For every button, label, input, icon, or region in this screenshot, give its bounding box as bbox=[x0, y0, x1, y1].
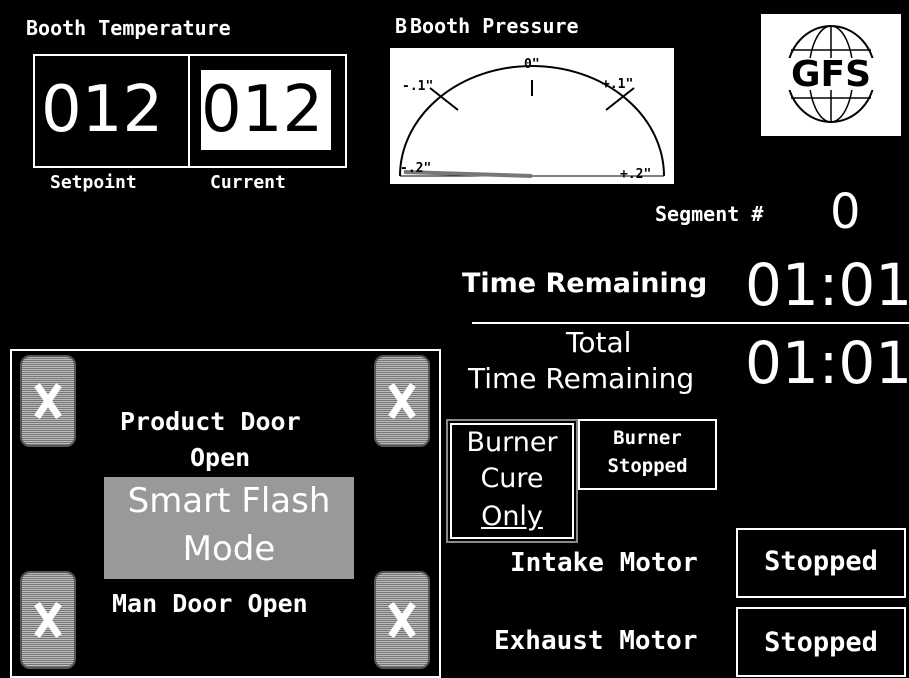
product-door-left-indicator[interactable] bbox=[20, 355, 76, 447]
total-time-remaining-label: Time Remaining bbox=[468, 362, 695, 395]
man-door-left-indicator[interactable] bbox=[20, 571, 76, 669]
man-door-right-indicator[interactable] bbox=[374, 571, 430, 669]
segment-value: 0 bbox=[830, 184, 861, 240]
pressure-title: Booth Pressure bbox=[410, 14, 579, 38]
temperature-title: Booth Temperature bbox=[26, 16, 231, 40]
pressure-label-plus1: +.1" bbox=[602, 77, 633, 92]
gfs-logo: GFS bbox=[761, 14, 901, 136]
current-label: Current bbox=[210, 172, 286, 193]
pressure-label-minus2: -.2" bbox=[400, 161, 431, 176]
pressure-label-minus1: -.1" bbox=[402, 79, 433, 94]
exhaust-motor-status[interactable]: Stopped bbox=[736, 607, 906, 677]
burner-button-line2: Cure bbox=[480, 463, 544, 494]
burner-status-line2: Stopped bbox=[607, 455, 688, 477]
intake-motor-status[interactable]: Stopped bbox=[736, 528, 906, 598]
burner-button-line1: Burner bbox=[466, 427, 558, 458]
mode-line2: Mode bbox=[182, 529, 276, 569]
temperature-divider bbox=[188, 56, 190, 166]
pressure-title-overlay: B bbox=[395, 14, 408, 38]
product-door-status-line2: Open bbox=[190, 443, 251, 472]
man-door-status: Man Door Open bbox=[112, 589, 308, 618]
exhaust-motor-label: Exhaust Motor bbox=[494, 626, 698, 656]
intake-motor-label: Intake Motor bbox=[510, 548, 698, 578]
total-time-remaining-value: 01:01 bbox=[745, 329, 909, 397]
pressure-label-zero: 0" bbox=[524, 57, 540, 72]
smart-flash-mode-banner: Smart Flash Mode bbox=[104, 477, 354, 579]
total-label: Total bbox=[566, 326, 632, 359]
product-door-status-line1: Product Door bbox=[120, 407, 301, 436]
burner-status-box: Burner Stopped bbox=[578, 419, 717, 490]
exhaust-motor-status-text: Stopped bbox=[764, 627, 878, 658]
intake-motor-status-text: Stopped bbox=[764, 546, 878, 577]
setpoint-value[interactable]: 012 bbox=[41, 78, 163, 142]
product-door-right-indicator[interactable] bbox=[374, 355, 430, 447]
logo-text: GFS bbox=[791, 54, 871, 95]
segment-label: Segment # bbox=[655, 202, 764, 226]
burner-status-line1: Burner bbox=[613, 427, 682, 449]
door-status-panel: Product Door Open Smart Flash Mode Man D… bbox=[10, 349, 441, 678]
time-remaining-value: 01:01 bbox=[745, 251, 909, 319]
time-remaining-label: Time Remaining bbox=[462, 268, 708, 299]
temperature-panel: 012 012 bbox=[33, 54, 347, 168]
current-value: 012 bbox=[201, 73, 324, 147]
burner-button-line3: Only bbox=[481, 501, 543, 532]
setpoint-label: Setpoint bbox=[50, 172, 137, 193]
burner-cure-only-button[interactable]: Burner Cure Only bbox=[446, 419, 578, 543]
pressure-gauge: -.1" 0" +.1" -.2" +.2" bbox=[390, 48, 674, 184]
pressure-label-plus2: +.2" bbox=[620, 167, 651, 182]
time-divider bbox=[472, 322, 909, 324]
mode-line1: Smart Flash bbox=[127, 481, 331, 521]
